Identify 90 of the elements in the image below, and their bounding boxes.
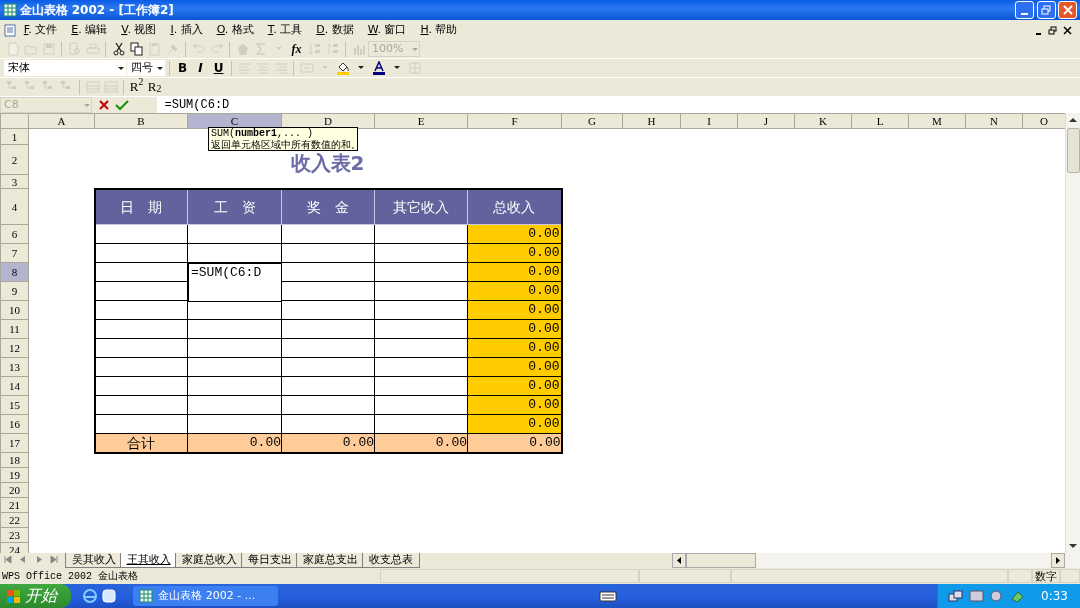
- scroll-thumb[interactable]: [1067, 128, 1080, 173]
- restore-icon[interactable]: [1048, 25, 1058, 35]
- document-icon[interactable]: [2, 23, 17, 37]
- last-sheet-icon[interactable]: [49, 555, 60, 564]
- sheet-tab[interactable]: 家庭总收入: [174, 553, 244, 568]
- keyboard-icon[interactable]: [598, 589, 617, 603]
- status-mode: 数字: [1032, 569, 1060, 583]
- network-icon[interactable]: [948, 589, 964, 603]
- column-header[interactable]: H: [622, 113, 681, 129]
- column-header[interactable]: O: [1022, 113, 1066, 129]
- menu-item[interactable]: F. 文件: [16, 20, 65, 40]
- close-button[interactable]: [1058, 1, 1078, 19]
- row-header[interactable]: 4: [0, 188, 29, 225]
- sheet-tab[interactable]: 王其收入: [119, 553, 178, 568]
- horizontal-scrollbar[interactable]: [672, 553, 1080, 568]
- table-header-cell: 总收入: [467, 188, 562, 225]
- menu-item[interactable]: I. 插入: [163, 20, 210, 40]
- sheet-tab[interactable]: 家庭总支出: [295, 553, 365, 568]
- scroll-thumb[interactable]: [686, 553, 756, 568]
- tray-app-icon[interactable]: [1009, 589, 1025, 603]
- table-header-cell: 工 资: [187, 188, 282, 225]
- sheet-title: 收入表2: [290, 152, 365, 173]
- start-button[interactable]: 开始: [0, 584, 71, 608]
- menu-item[interactable]: T. 工具: [260, 20, 310, 40]
- cell-editor[interactable]: =SUM(C6:D: [188, 263, 282, 302]
- sheet-tab[interactable]: 吴其收入: [64, 553, 123, 568]
- minimize-button[interactable]: [1014, 1, 1034, 19]
- column-header[interactable]: I: [680, 113, 738, 129]
- row-header[interactable]: 2: [0, 144, 29, 175]
- column-header[interactable]: K: [794, 113, 852, 129]
- column-header[interactable]: G: [561, 113, 623, 129]
- confirm-icon[interactable]: [115, 99, 129, 111]
- menu-item[interactable]: D. 数据: [309, 20, 361, 40]
- close-icon: [1062, 5, 1073, 15]
- column-header[interactable]: F: [467, 113, 562, 129]
- menu-item[interactable]: W. 窗口: [360, 20, 414, 40]
- scroll-right-icon[interactable]: [1051, 553, 1065, 568]
- vertical-scrollbar[interactable]: [1065, 113, 1080, 553]
- spreadsheet-icon: [2, 3, 17, 17]
- sheet-tab[interactable]: 每日支出: [240, 553, 299, 568]
- column-header[interactable]: B: [94, 113, 188, 129]
- vm-icon[interactable]: [968, 589, 984, 603]
- cancel-icon[interactable]: [97, 99, 110, 111]
- desktop-icon[interactable]: [100, 588, 117, 604]
- column-header[interactable]: L: [851, 113, 909, 129]
- fill-color-icon[interactable]: [335, 61, 350, 75]
- window-title: 金山表格 2002 - [工作簿2]: [19, 2, 175, 19]
- scroll-left-icon[interactable]: [672, 553, 686, 568]
- bold-button[interactable]: B: [174, 59, 191, 77]
- caret-icon[interactable]: [156, 64, 164, 72]
- browser-icon[interactable]: [82, 588, 98, 604]
- column-header[interactable]: J: [737, 113, 795, 129]
- cut-icon[interactable]: [111, 42, 126, 56]
- table-header-cell: 奖 金: [281, 188, 375, 225]
- minimize-icon: [1020, 13, 1028, 15]
- font-dropdown[interactable]: 宋体: [4, 60, 126, 76]
- function-signature: SUM(number1,... ): [211, 128, 315, 139]
- windows-logo-icon: [6, 588, 21, 604]
- caret-icon[interactable]: [117, 64, 125, 72]
- speaker-icon[interactable]: [989, 589, 1005, 603]
- font-color-icon[interactable]: [371, 61, 386, 75]
- status-pane: [1060, 569, 1080, 583]
- italic-button[interactable]: I: [192, 59, 209, 77]
- column-header[interactable]: A: [28, 113, 95, 129]
- clock: 0:33: [1041, 588, 1068, 605]
- column-header[interactable]: M: [908, 113, 966, 129]
- sheet-tab[interactable]: 收支总表: [361, 553, 420, 568]
- underline-button[interactable]: U: [210, 59, 227, 77]
- menu-item[interactable]: E. 编辑: [64, 20, 115, 40]
- font-size-dropdown[interactable]: 四号: [127, 60, 165, 76]
- copy-icon[interactable]: [129, 42, 144, 56]
- menu-item[interactable]: V. 视图: [114, 20, 164, 40]
- status-text: WPS Office 2002 金山表格: [1, 569, 139, 584]
- script-button[interactable]: R$^{2}$: [128, 78, 145, 96]
- column-header[interactable]: E: [374, 113, 468, 129]
- restore-icon: [1041, 5, 1051, 15]
- function-button[interactable]: fx: [288, 40, 305, 58]
- table-header-cell: 其它收入: [374, 188, 468, 225]
- close-icon[interactable]: [1062, 25, 1072, 35]
- restore-button[interactable]: [1036, 1, 1056, 19]
- column-header[interactable]: N: [965, 113, 1023, 129]
- first-sheet-icon[interactable]: [2, 555, 13, 564]
- menu-item[interactable]: H. 帮助: [413, 20, 465, 40]
- spreadsheet-icon: [139, 589, 154, 603]
- script-button[interactable]: R$_{2}$: [146, 78, 163, 96]
- formula-field[interactable]: =SUM(C6:D: [156, 97, 1080, 113]
- table-header-cell: 日 期: [94, 188, 188, 225]
- menu-item[interactable]: O. 格式: [209, 20, 261, 40]
- function-description: 返回单元格区域中所有数值的和。: [211, 139, 355, 150]
- taskbar-button[interactable]: 金山表格 2002 - ...: [133, 586, 279, 606]
